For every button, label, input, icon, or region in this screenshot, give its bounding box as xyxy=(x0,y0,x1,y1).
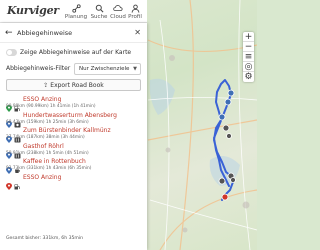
map-pin-icon xyxy=(6,97,12,112)
stop-item[interactable]: Gasthof Röhrl 50.91km (238km) 1h 5min (4h… xyxy=(6,143,144,159)
stop-item[interactable]: Kaffee in Rottenbuch 92.73km (331km) 1h 4… xyxy=(6,158,144,175)
show-instructions-toggle-row: Zeige Abbiegehinweise auf der Karte xyxy=(6,48,146,58)
panel-title: Abbiegehinweise xyxy=(17,29,73,37)
export-label: Export Road Book xyxy=(50,81,104,89)
landmark-icon xyxy=(14,113,21,128)
divider xyxy=(0,42,147,43)
filter-label: Abbiegehinweis-Filter xyxy=(6,65,71,72)
settings-icon[interactable]: ⚙ xyxy=(243,72,254,82)
nav-label: Cloud xyxy=(110,14,126,20)
stop-meta: 27.74km (187km) 38min (3h 44min) xyxy=(6,135,85,141)
stop-meta: 50.91km (238km) 1h 5min (4h 51min) xyxy=(6,150,89,156)
stop-name: ESSO Anzing xyxy=(23,96,62,103)
search-icon xyxy=(94,3,104,13)
stop-meta: 90.99km (90.99km) 1h 41min (1h 41min) xyxy=(6,104,96,109)
export-road-book-button[interactable]: ⇪ Export Road Book xyxy=(6,79,141,91)
stop-name: Kaffee in Rottenbuch xyxy=(23,158,86,166)
close-icon[interactable]: ✕ xyxy=(134,27,141,39)
app-header: Kurviger Planung Suche Cloud Profil xyxy=(0,0,147,23)
stop-item[interactable]: ESSO Anzing 90.99km (90.99km) 1h 41min (1… xyxy=(6,96,144,112)
nav-label: Planung xyxy=(64,14,88,20)
show-instructions-toggle[interactable] xyxy=(6,49,17,56)
nav-profil[interactable]: Profil xyxy=(125,3,145,20)
total-summary: Gesamt bisher: 331km, 6h 35min xyxy=(6,236,84,241)
cloud-icon xyxy=(113,3,123,13)
nav-suche[interactable]: Suche xyxy=(89,3,109,20)
stop-item[interactable]: ESSO Anzing xyxy=(6,174,144,190)
toggle-label: Zeige Abbiegehinweise auf der Karte xyxy=(20,49,132,56)
restaurant-icon xyxy=(14,128,21,143)
app-logo[interactable]: Kurviger xyxy=(7,4,59,17)
panel-header: ← Abbiegehinweise ✕ xyxy=(0,27,147,39)
fuel-icon xyxy=(14,175,21,190)
map-zoom-controls: + − ≡ ◎ ⚙ xyxy=(243,32,254,82)
locate-icon[interactable]: ◎ xyxy=(243,62,254,72)
stop-name: Gasthof Röhrl xyxy=(23,142,64,150)
user-icon xyxy=(130,3,140,13)
stop-list: ESSO Anzing 90.99km (90.99km) 1h 41min (1… xyxy=(6,96,144,190)
fuel-icon xyxy=(14,97,21,112)
stop-meta: 92.73km (331km) 1h 43min (6h 35min) xyxy=(6,166,92,172)
map-pin-icon xyxy=(6,113,12,128)
zoom-out-button[interactable]: − xyxy=(243,42,254,52)
restaurant-icon xyxy=(14,144,21,159)
route-planning-icon xyxy=(71,3,81,13)
stop-item[interactable]: Hundertwasserturm Abensberg 68.43km (159k… xyxy=(6,112,144,128)
stop-name: Hundertwasserturm Abensberg xyxy=(23,111,117,119)
back-arrow-icon[interactable]: ← xyxy=(5,27,13,39)
layers-icon[interactable]: ≡ xyxy=(243,52,254,62)
zoom-in-button[interactable]: + xyxy=(243,32,254,42)
export-icon: ⇪ xyxy=(43,81,49,89)
stop-name: ESSO Anzing xyxy=(23,173,62,181)
map-pin-icon xyxy=(6,175,12,190)
turn-instructions-panel: ← Abbiegehinweise ✕ Zeige Abbiegehinweis… xyxy=(0,23,147,250)
filter-select[interactable]: Nur Zwischenziele ▼ xyxy=(74,63,141,75)
cafe-icon xyxy=(14,159,21,174)
filter-row: Abbiegehinweis-Filter Nur Zwischenziele … xyxy=(6,63,141,75)
chevron-down-icon: ▼ xyxy=(133,66,137,72)
stop-item[interactable]: Zum Bürstenbinder Kallmünz 27.74km (187km… xyxy=(6,127,144,144)
nav-planung[interactable]: Planung xyxy=(64,3,88,20)
nav-label: Suche xyxy=(90,14,108,20)
stop-name: Zum Bürstenbinder Kallmünz xyxy=(23,127,111,135)
stop-meta: 68.43km (159km) 1h 25min (3h 6min) xyxy=(6,119,89,125)
filter-value: Nur Zwischenziele xyxy=(79,66,130,72)
nav-label: Profil xyxy=(128,14,142,20)
map-pin-icon xyxy=(6,144,12,159)
